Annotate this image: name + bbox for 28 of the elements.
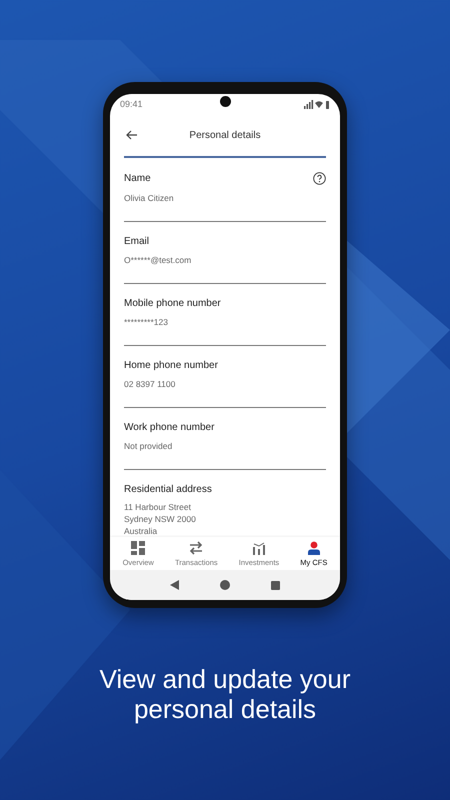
status-time: 09:41 bbox=[120, 99, 143, 109]
swap-arrows-icon bbox=[189, 541, 204, 555]
back-arrow-icon[interactable] bbox=[126, 130, 138, 140]
field-value: 02 8397 1100 bbox=[124, 379, 176, 389]
recents-icon[interactable] bbox=[270, 580, 280, 590]
field-label: Work phone number bbox=[124, 422, 214, 433]
screen-title: Personal details bbox=[189, 130, 261, 140]
address-line: Australia bbox=[124, 525, 158, 537]
status-icons bbox=[304, 100, 330, 108]
home-icon[interactable] bbox=[220, 580, 230, 590]
field-value: O******@test.com bbox=[124, 255, 192, 265]
field-label: Home phone number bbox=[124, 360, 218, 371]
field-label: Name bbox=[124, 173, 151, 184]
grid-icon bbox=[131, 541, 146, 555]
bar-chart-icon bbox=[252, 541, 266, 555]
help-icon[interactable] bbox=[313, 172, 326, 185]
field-value: Not provided bbox=[124, 441, 174, 451]
address-line: 11 Harbour Street bbox=[124, 501, 192, 513]
field-value: Olivia Citizen bbox=[124, 193, 175, 203]
person-icon bbox=[306, 541, 321, 555]
back-icon[interactable] bbox=[170, 580, 180, 590]
field-value: *********123 bbox=[124, 317, 169, 327]
field-label: Email bbox=[124, 236, 150, 247]
address-line: Sydney NSW 2000 bbox=[124, 513, 197, 525]
field-label: Residential address bbox=[124, 484, 213, 495]
field-label: Mobile phone number bbox=[124, 298, 221, 309]
caption: View and update your personal details bbox=[98, 664, 352, 724]
camera-icon bbox=[220, 96, 230, 107]
